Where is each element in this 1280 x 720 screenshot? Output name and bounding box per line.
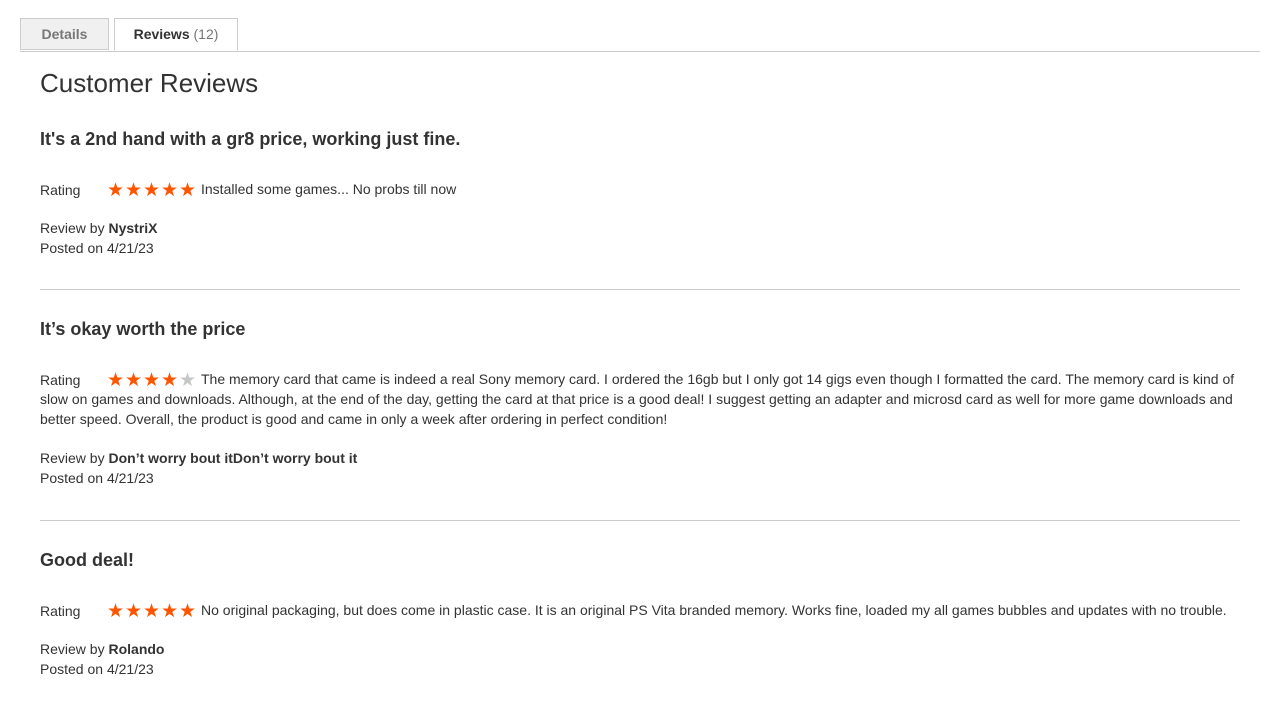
- review-divider: [40, 520, 1240, 521]
- star-icon: ★: [106, 370, 124, 391]
- posted-on-label: Posted on: [40, 661, 104, 677]
- posted-on-label: Posted on: [40, 240, 104, 256]
- review-author-line: Review by Don’t worry bout itDon’t worry…: [40, 448, 1240, 468]
- rating-row: Rating ★ ★ ★ ★ ★ Installed some games... No …: [40, 179, 1240, 201]
- review-divider: [40, 289, 1240, 290]
- star-icon: ★: [178, 601, 196, 622]
- rating-label: Rating: [40, 182, 81, 198]
- star-icon: ★: [160, 601, 178, 622]
- review-date-line: Posted on 4/21/23: [40, 659, 1240, 679]
- rating-stars: ★ ★ ★ ★ ★: [106, 181, 196, 201]
- review-by-label: Review by: [40, 450, 105, 466]
- review-meta: Review by Rolando Posted on 4/21/23: [40, 639, 1240, 679]
- tab-reviews[interactable]: Reviews (12): [114, 18, 238, 51]
- review-item: It’s okay worth the price Rating ★ ★ ★ ★ ★ T…: [40, 318, 1240, 488]
- review-date: 4/21/23: [106, 470, 154, 486]
- star-icon: ★: [178, 370, 196, 391]
- review-date: 4/21/23: [106, 661, 154, 677]
- review-date: 4/21/23: [106, 240, 154, 256]
- review-meta: Review by Don’t worry bout itDon’t worry…: [40, 448, 1240, 488]
- review-title: Good deal!: [40, 550, 134, 570]
- tab-reviews-count: (12): [193, 26, 219, 42]
- star-icon: ★: [142, 601, 160, 622]
- tab-details[interactable]: Details: [20, 18, 109, 50]
- review-date-line: Posted on 4/21/23: [40, 468, 1240, 488]
- star-icon: ★: [124, 370, 142, 391]
- review-author: NystriX: [108, 220, 158, 236]
- star-icon: ★: [160, 370, 178, 391]
- review-author-line: Review by Rolando: [40, 639, 1240, 659]
- star-icon: ★: [106, 601, 124, 622]
- star-icon: ★: [124, 601, 142, 622]
- tab-reviews-label: Reviews: [133, 26, 190, 42]
- review-author: Rolando: [108, 641, 165, 657]
- tab-bar: Details Reviews (12): [20, 18, 1260, 52]
- rating-label: Rating: [40, 603, 81, 619]
- posted-on-label: Posted on: [40, 470, 104, 486]
- star-icon: ★: [142, 370, 160, 391]
- rating-stars: ★ ★ ★ ★ ★: [106, 602, 196, 622]
- review-by-label: Review by: [40, 641, 105, 657]
- star-icon: ★: [178, 180, 196, 201]
- review-date-line: Posted on 4/21/23: [40, 238, 1240, 258]
- rating-row: Rating ★ ★ ★ ★ ★ The memory card that came i…: [40, 369, 1240, 429]
- rating-label: Rating: [40, 372, 81, 388]
- section-title: Customer Reviews: [40, 68, 259, 98]
- star-icon: ★: [160, 180, 178, 201]
- review-item: Good deal! Rating ★ ★ ★ ★ ★ No original pack…: [40, 549, 1240, 679]
- rating-row: Rating ★ ★ ★ ★ ★ No original packaging, but …: [40, 600, 1240, 622]
- star-icon: ★: [106, 180, 124, 201]
- review-title: It's a 2nd hand with a gr8 price, workin…: [40, 129, 461, 149]
- review-text: Installed some games... No probs till no…: [201, 181, 457, 197]
- rating-stars: ★ ★ ★ ★ ★: [106, 371, 196, 391]
- review-text: No original packaging, but does come in …: [201, 602, 1227, 618]
- review-title: It’s okay worth the price: [40, 319, 246, 339]
- review-text: The memory card that came is indeed a re…: [40, 371, 1235, 427]
- review-meta: Review by NystriX Posted on 4/21/23: [40, 218, 1240, 258]
- review-by-label: Review by: [40, 220, 105, 236]
- review-item: It's a 2nd hand with a gr8 price, workin…: [40, 128, 1240, 258]
- review-author-line: Review by NystriX: [40, 218, 1240, 238]
- star-icon: ★: [124, 180, 142, 201]
- star-icon: ★: [142, 180, 160, 201]
- review-author: Don’t worry bout itDon’t worry bout it: [108, 450, 358, 466]
